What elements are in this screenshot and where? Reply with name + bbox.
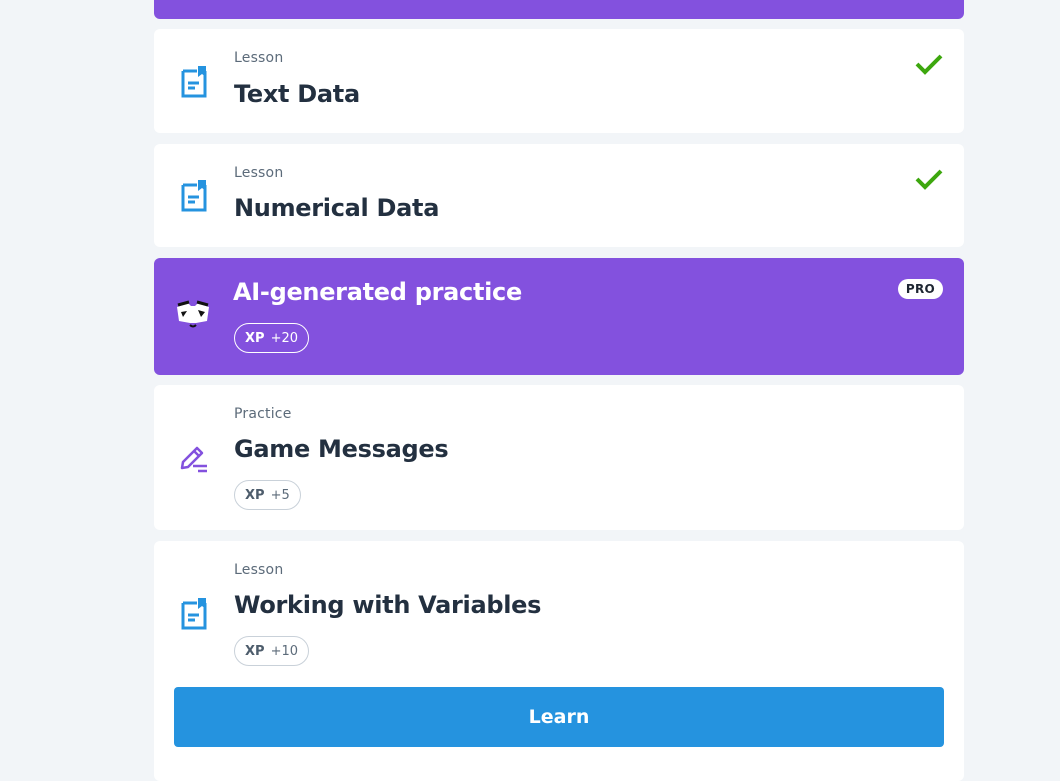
- lesson-card-working-with-variables[interactable]: Lesson Working with Variables XP +10 Lea…: [154, 541, 964, 781]
- learn-button[interactable]: Learn: [174, 687, 944, 747]
- xp-value: +5: [270, 487, 290, 503]
- xp-label: XP: [245, 487, 265, 503]
- ai-practice-title: AI-generated practice: [233, 278, 522, 306]
- lesson-kicker: Lesson: [234, 562, 284, 578]
- ai-mascot-face-icon: [174, 298, 212, 332]
- lesson-document-icon: [178, 179, 210, 213]
- lesson-card-numerical-data[interactable]: Lesson Numerical Data: [154, 144, 964, 247]
- xp-pill: XP +10: [234, 636, 309, 666]
- xp-pill: XP +5: [234, 480, 301, 510]
- lesson-title: Working with Variables: [234, 591, 542, 619]
- lesson-kicker: Lesson: [234, 165, 284, 181]
- practice-card-game-messages[interactable]: Practice Game Messages XP +5: [154, 385, 964, 530]
- practice-kicker: Practice: [234, 406, 292, 422]
- xp-value: +20: [270, 330, 298, 346]
- lesson-document-icon: [178, 597, 210, 631]
- check-icon: [915, 169, 943, 190]
- lesson-title: Numerical Data: [234, 194, 440, 222]
- lesson-title: Text Data: [234, 80, 360, 108]
- check-icon: [915, 54, 943, 75]
- lesson-card-text-data[interactable]: Lesson Text Data: [154, 29, 964, 133]
- lesson-document-icon: [178, 65, 210, 99]
- xp-label: XP: [245, 643, 265, 659]
- practice-title: Game Messages: [234, 435, 449, 463]
- xp-value: +10: [270, 643, 298, 659]
- lesson-kicker: Lesson: [234, 50, 284, 66]
- xp-pill: XP +20: [234, 323, 309, 353]
- previous-item-purple-bar: [154, 0, 964, 19]
- xp-label: XP: [245, 330, 265, 346]
- pro-badge: PRO: [897, 279, 943, 299]
- ai-practice-card[interactable]: AI-generated practice PRO XP +20: [154, 258, 964, 375]
- pencil-edit-icon: [178, 441, 210, 475]
